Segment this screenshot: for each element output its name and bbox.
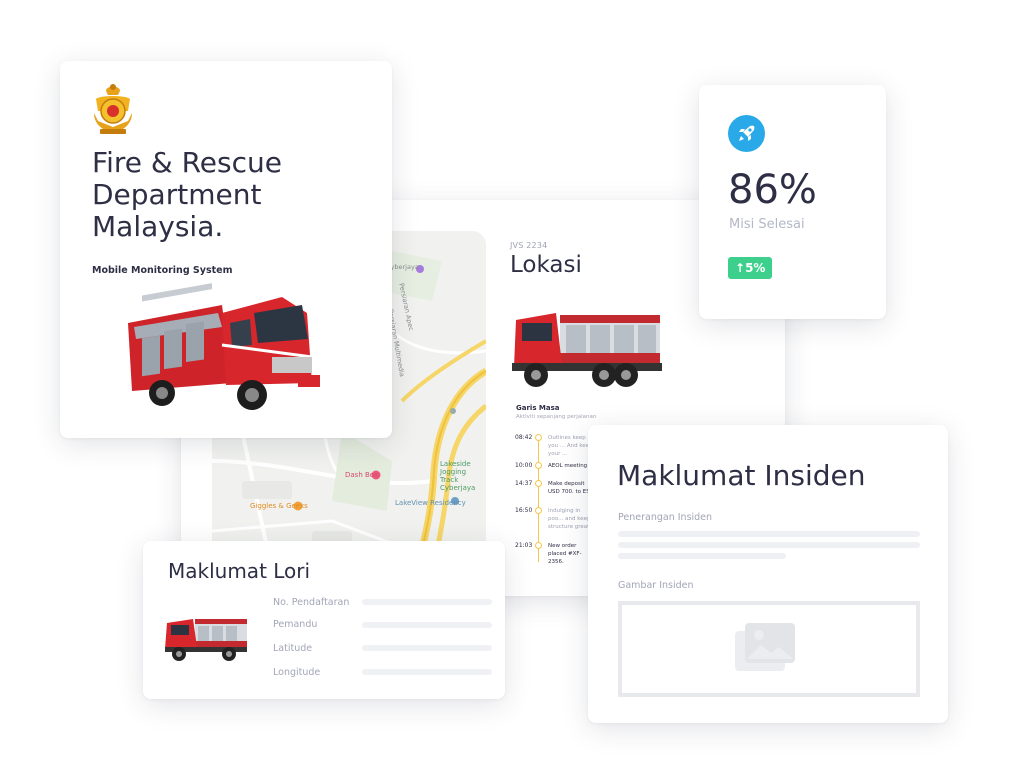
- field-latitude: Latitude: [273, 643, 313, 654]
- map-label-lakeside: Lakeside Jogging Track Cyberjaya: [440, 460, 476, 492]
- driver-value: [362, 622, 492, 628]
- map-label-lakeview: LakeView Residency: [395, 499, 466, 507]
- longitude-value: [362, 669, 492, 675]
- incident-card: Maklumat Insiden Penerangan Insiden Gamb…: [588, 425, 948, 723]
- timeline-dot: [535, 480, 542, 487]
- incident-image-label: Gambar Insiden: [618, 580, 694, 591]
- bomba-emblem-logo: [94, 84, 132, 134]
- incident-title: Maklumat Insiden: [617, 459, 866, 492]
- timeline-title: Garis Masa: [516, 404, 560, 412]
- fire-truck-image: [128, 283, 320, 410]
- truck-info-title: Maklumat Lori: [168, 559, 311, 583]
- location-title: Lokasi: [510, 252, 582, 278]
- field-longitude: Longitude: [273, 667, 321, 678]
- truck-thumbnail: [165, 619, 247, 661]
- incident-description-label: Penerangan Insiden: [618, 512, 713, 523]
- timeline-dot: [535, 434, 542, 441]
- description-line: [618, 553, 786, 559]
- fire-truck-image: [512, 313, 662, 387]
- description-line: [618, 531, 920, 537]
- field-registration: No. Pendaftaran: [273, 597, 350, 608]
- map-label-giggles: Giggles & Geeks: [250, 502, 308, 510]
- timeline-dot: [535, 507, 542, 514]
- vehicle-id: JVS 2234: [510, 241, 548, 250]
- map-label-dash-box: Dash Box: [345, 471, 379, 479]
- timeline-dot: [535, 462, 542, 469]
- timeline-subtitle: Aktiviti sepanjang perjalanan: [516, 414, 597, 420]
- mission-label: Misi Selesai: [729, 217, 805, 232]
- mission-stat-card: 86% Misi Selesai ↑5%: [699, 85, 886, 319]
- timeline-dot: [535, 542, 542, 549]
- latitude-value: [362, 645, 492, 651]
- brand-subtitle: Mobile Monitoring System: [92, 265, 233, 276]
- field-driver: Pemandu: [273, 619, 318, 630]
- brand-title: Fire & Rescue Department Malaysia.: [92, 146, 282, 243]
- description-line: [618, 542, 920, 548]
- mission-percentage: 86%: [728, 167, 817, 213]
- brand-card: Fire & Rescue Department Malaysia. Mobil…: [60, 61, 392, 438]
- arrow-up-icon: ↑: [735, 261, 746, 275]
- rocket-icon: [728, 115, 765, 152]
- truck-info-card: Maklumat Lori No. Pendaftaran Pemandu La…: [143, 541, 505, 699]
- registration-value: [362, 599, 492, 605]
- incident-image-dropzone[interactable]: [618, 601, 920, 697]
- image-placeholder-icon: [735, 623, 795, 671]
- change-badge: ↑5%: [728, 257, 773, 279]
